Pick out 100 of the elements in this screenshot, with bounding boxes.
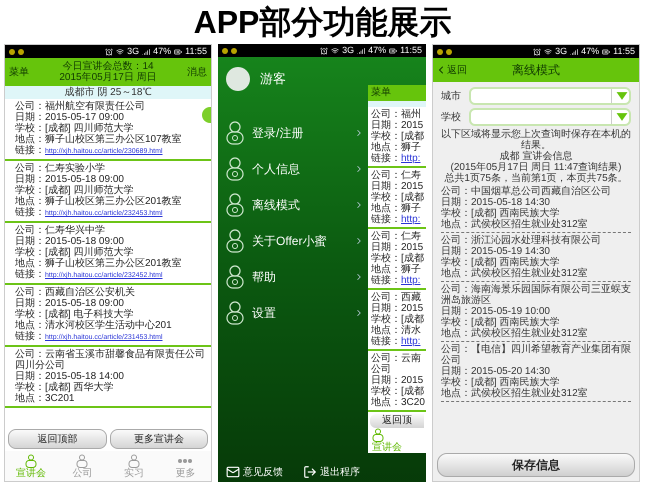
preview-header: 菜单 (368, 85, 426, 101)
footer-button[interactable]: 退出程序 (303, 464, 360, 480)
back-button[interactable]: 返回 (435, 62, 467, 78)
listing-detail: 公司：福州航空有限责任公司 (15, 101, 146, 112)
wifi-icon (116, 48, 124, 56)
listing-detail: 地点：狮子 (371, 142, 422, 153)
alarm-icon (105, 48, 114, 56)
wifi-icon (544, 48, 552, 56)
listing-detail: 地点：狮子 (371, 203, 422, 214)
listing-detail: 日期：2015 (371, 375, 423, 386)
article-link[interactable]: http: (401, 153, 420, 164)
field-label: 链接： (371, 336, 401, 347)
listing-detail: 地点：3C20 (371, 397, 423, 408)
dropdown-field[interactable] (469, 87, 631, 105)
listing-detail: 公司 (371, 364, 392, 375)
listing-detail: 公司：福州 (371, 109, 422, 120)
field-label: 链接： (15, 269, 45, 280)
listing-detail: 学校：[成都] 四川师范大学 (15, 185, 134, 196)
header-text: 2015年05月17日 周日 (59, 72, 157, 83)
listing-detail: 学校：[成都] 西华大学 (15, 382, 114, 393)
network-type: 3G (555, 47, 568, 56)
battery-icon (174, 48, 182, 56)
clock-time: 11:55 (400, 46, 422, 55)
screen-title: 离线模式 (512, 62, 560, 79)
listing-detail: 学校：[成都] 西南民族大学 (441, 317, 560, 328)
menu-item[interactable]: 关于Offer小蜜 (226, 223, 364, 259)
message-button[interactable]: 消息 (187, 64, 207, 80)
field-label: 链接： (15, 331, 45, 342)
footer-button[interactable]: 意见反馈 (226, 464, 283, 480)
clock-time: 11:55 (613, 47, 635, 56)
listing-detail: 公司：仁寿华兴中学 (15, 225, 106, 236)
weather-bar: 成都市 阴 25～18℃ (5, 86, 211, 99)
listing-detail: 公司：西藏自治区公安机关 (15, 287, 136, 298)
field-label: 城市 (441, 90, 462, 104)
listing-detail: 学校：[成都] 西南民族大学 (441, 377, 560, 388)
menu-item[interactable]: 离线模式 (226, 187, 364, 223)
listing-detail: 公司：浙江沁园水处理科技有限公司 (441, 235, 602, 246)
person-icon (226, 157, 244, 181)
article-link[interactable]: http: (401, 214, 420, 225)
action-button[interactable]: 返回顶部 (8, 429, 106, 449)
person-icon (226, 301, 244, 325)
article-link[interactable]: http: (401, 275, 420, 286)
dropdown-arrow-icon (611, 110, 629, 124)
listing-detail: 公司：仁寿 (371, 170, 422, 181)
listing-detail: 日期：2015-05-18 14:00 (15, 371, 125, 382)
listing-detail: 学校：[成都 (371, 192, 423, 203)
listing-detail: 地点：清水河校区学生活动中心201 (15, 320, 173, 331)
listing-detail: 公司：云南省玉溪市甜馨食品有限责任公司四川分公司 (15, 349, 206, 371)
menu-item[interactable]: 登录/注册 (226, 115, 364, 151)
listing-detail: 日期：2015-05-17 09:00 (15, 112, 125, 123)
battery-icon (602, 48, 610, 56)
header-text: 今日宣讲会总数：14 (62, 61, 154, 72)
listing-detail: 公司：中国烟草总公司西藏自治区公司 (441, 186, 612, 197)
action-button[interactable]: 返回顶 (370, 414, 424, 428)
signal-icon (142, 48, 150, 56)
listing-detail: 日期：2015 (371, 181, 423, 192)
listing-detail: 日期：2015-05-18 09:00 (15, 298, 125, 309)
listing-detail: 公司：西藏 (371, 292, 422, 303)
avatar-icon (226, 67, 250, 91)
listing-detail: 日期：2015-05-20 14:30 (441, 366, 551, 377)
listing-detail: 地点：狮子山校区第三办公区201教室 (15, 196, 183, 207)
menu-button[interactable]: 菜单 (9, 64, 29, 80)
listing-detail: 公司：云南 (371, 353, 422, 364)
slide-title: APP部分功能展示 (194, 3, 452, 42)
listing-detail: 地点：3C201 (15, 393, 76, 404)
listing-detail: 地点：狮子山校区第三办公区107教室 (15, 134, 183, 145)
listing-detail: 学校：[成都] 西南民族大学 (441, 208, 560, 219)
person-icon (226, 229, 244, 253)
person-icon (226, 121, 244, 145)
save-button[interactable]: 保存信息 (437, 453, 635, 477)
network-type: 3G (127, 47, 140, 56)
person-icon (76, 454, 88, 468)
exit-icon (303, 465, 317, 479)
person-icon (24, 454, 37, 468)
alarm-icon (320, 46, 328, 54)
info-text: 成都 宣讲会信息 (500, 151, 572, 162)
menu-item[interactable]: 设置 (226, 295, 364, 331)
article-link[interactable]: http: (401, 336, 420, 347)
menu-item[interactable]: 帮助 (226, 259, 364, 295)
info-text: 总共1页75条，当前第1页，本页共75条。 (444, 173, 628, 184)
network-type: 3G (342, 46, 354, 55)
listing-detail: 公司：海南海景乐园国际有限公司三亚蜈支洲岛旅游区 (441, 284, 631, 306)
action-button[interactable]: 更多宣讲会 (110, 429, 208, 449)
field-label: 链接： (15, 145, 45, 156)
listing-detail: 地点：狮子 (371, 264, 422, 275)
listing-detail: 学校：[成都 (371, 253, 423, 264)
listing-detail: 地点：清水 (371, 325, 422, 336)
info-text: 以下区域将显示您上次查询时保存在本机的结果。 (440, 129, 632, 151)
field-label: 链接： (371, 153, 401, 164)
listing-detail: 日期：2015-05-19 14:30 (441, 246, 551, 257)
listing-detail: 日期：2015 (371, 120, 423, 131)
listing-detail: 日期：2015 (371, 303, 423, 314)
dropdown-field[interactable] (469, 108, 631, 126)
menu-item[interactable]: 个人信息 (226, 151, 364, 187)
mail-icon (226, 465, 240, 479)
listing-detail: 学校：[成都] 西南民族大学 (441, 257, 560, 268)
signal-icon (570, 48, 578, 56)
listing-detail: 公司：【电信】四川希望教育产业集团有限公司 (441, 344, 631, 366)
listing-detail: 地点：武侯校区招生就业处312室 (441, 388, 589, 399)
dropdown-arrow-icon (611, 89, 629, 103)
